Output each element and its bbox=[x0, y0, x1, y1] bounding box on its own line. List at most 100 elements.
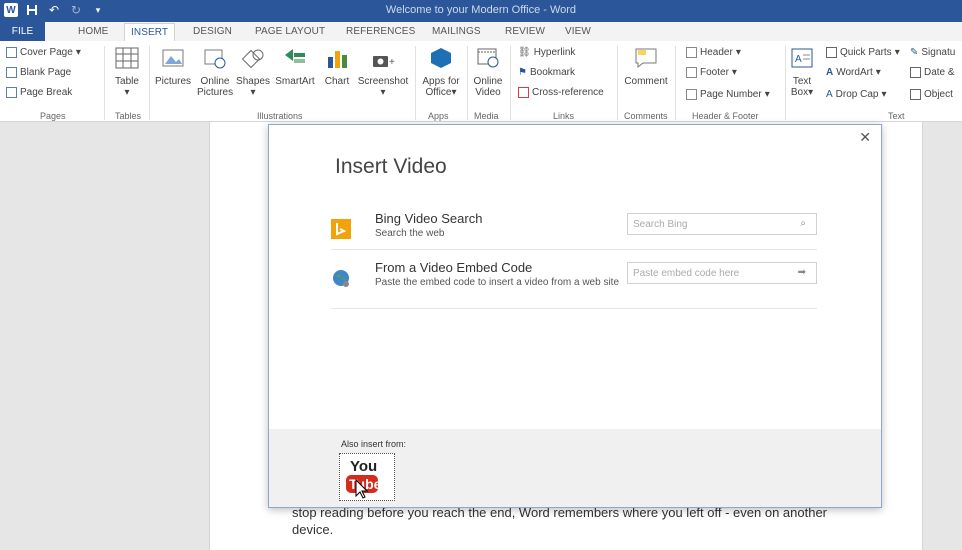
tab-review[interactable]: REVIEW bbox=[505, 22, 545, 41]
header-button[interactable]: Header ▾ bbox=[686, 47, 741, 58]
embed-option-title: From a Video Embed Code bbox=[375, 260, 533, 275]
text-box-button[interactable]: A Text Box▾ bbox=[789, 45, 815, 98]
cross-reference-icon bbox=[518, 87, 529, 98]
page-break-icon bbox=[6, 87, 17, 98]
shapes-button[interactable]: Shapes ▾ bbox=[235, 45, 271, 98]
table-icon bbox=[114, 45, 140, 71]
comment-icon bbox=[633, 45, 659, 71]
header-icon bbox=[686, 47, 697, 58]
document-text[interactable]: stop reading before you reach the end, W… bbox=[292, 504, 852, 538]
chart-button[interactable]: Chart bbox=[321, 45, 353, 87]
wordart-label: WordArt bbox=[836, 67, 873, 78]
tab-view[interactable]: VIEW bbox=[565, 22, 591, 41]
footer-label: Footer bbox=[700, 67, 729, 78]
bing-option-title: Bing Video Search bbox=[375, 211, 483, 226]
page-break-button[interactable]: Page Break bbox=[6, 87, 72, 98]
blank-page-button[interactable]: Blank Page bbox=[6, 67, 71, 78]
hyperlink-button[interactable]: ⛓ Hyperlink bbox=[518, 47, 575, 58]
signature-line-button[interactable]: ✎ Signatu bbox=[910, 47, 955, 58]
group-separator bbox=[785, 46, 786, 120]
ribbon: Cover Page ▾ Blank Page Page Break Pages … bbox=[0, 41, 962, 122]
bookmark-button[interactable]: ⚑ Bookmark bbox=[518, 67, 575, 78]
page-number-icon bbox=[686, 89, 697, 100]
svg-text:+: + bbox=[389, 57, 395, 68]
tab-insert[interactable]: INSERT bbox=[124, 23, 176, 42]
online-pictures-button[interactable]: Online Pictures bbox=[197, 45, 233, 98]
date-time-button[interactable]: Date & bbox=[910, 67, 955, 78]
dialog-footer: Also insert from: You Tube bbox=[269, 429, 881, 507]
screenshot-button[interactable]: + Screenshot ▾ bbox=[355, 45, 411, 98]
bookmark-label: Bookmark bbox=[529, 67, 575, 78]
youtube-icon: You Tube bbox=[346, 458, 382, 499]
smartart-icon bbox=[282, 45, 308, 71]
page-number-label: Page Number bbox=[700, 89, 762, 100]
object-label: Object bbox=[924, 89, 953, 100]
youtube-button[interactable]: You Tube bbox=[339, 453, 395, 501]
blank-page-icon bbox=[6, 67, 17, 78]
group-label-comments: Comments bbox=[624, 111, 668, 121]
group-separator bbox=[467, 46, 468, 120]
drop-cap-button[interactable]: A Drop Cap ▾ bbox=[826, 89, 887, 100]
tab-page-layout[interactable]: PAGE LAYOUT bbox=[255, 22, 325, 41]
object-button[interactable]: Object bbox=[910, 89, 953, 100]
close-icon[interactable]: ✕ bbox=[859, 129, 871, 146]
quick-parts-button[interactable]: Quick Parts ▾ bbox=[826, 47, 900, 58]
group-label-links: Links bbox=[553, 111, 575, 121]
search-icon[interactable]: ⌕ bbox=[800, 218, 806, 229]
smartart-button[interactable]: SmartArt bbox=[272, 45, 318, 87]
signature-label: Signatu bbox=[921, 47, 956, 58]
also-insert-label: Also insert from: bbox=[341, 439, 407, 449]
wordart-button[interactable]: A WordArt ▾ bbox=[826, 67, 881, 78]
apps-for-office-button[interactable]: Apps for Office▾ bbox=[419, 45, 463, 98]
tab-file[interactable]: FILE bbox=[0, 22, 45, 41]
group-separator bbox=[415, 46, 416, 120]
date-time-label: Date & bbox=[924, 67, 955, 78]
group-label-header-footer: Header & Footer bbox=[692, 111, 759, 121]
hyperlink-label: Hyperlink bbox=[533, 47, 576, 58]
shapes-label: Shapes bbox=[236, 76, 270, 87]
group-separator bbox=[149, 46, 150, 120]
smartart-label: SmartArt bbox=[275, 76, 315, 87]
divider bbox=[331, 308, 817, 309]
search-bing-placeholder: Search Bing bbox=[633, 219, 688, 230]
page-number-button[interactable]: Page Number ▾ bbox=[686, 89, 770, 100]
ribbon-tabs: FILE HOME INSERT DESIGN PAGE LAYOUT REFE… bbox=[0, 22, 962, 42]
embed-option-subtitle: Paste the embed code to insert a video f… bbox=[375, 277, 620, 288]
table-button[interactable]: Table ▾ bbox=[112, 45, 142, 98]
online-pictures-label-1: Online bbox=[200, 76, 230, 87]
embed-code-option: From a Video Embed Code Paste the embed … bbox=[331, 260, 831, 308]
tab-design[interactable]: DESIGN bbox=[193, 22, 232, 41]
group-separator bbox=[617, 46, 618, 120]
date-time-icon bbox=[910, 67, 921, 78]
online-video-button[interactable]: Online Video bbox=[470, 45, 506, 98]
pictures-button[interactable]: Pictures bbox=[153, 45, 193, 87]
chart-label: Chart bbox=[324, 76, 350, 87]
embed-code-input[interactable]: Paste embed code here ➡ bbox=[627, 262, 817, 284]
table-label: Table bbox=[115, 76, 139, 87]
tab-home[interactable]: HOME bbox=[78, 22, 108, 41]
cover-page-button[interactable]: Cover Page ▾ bbox=[6, 47, 81, 58]
cover-page-icon bbox=[6, 47, 17, 58]
group-label-pages: Pages bbox=[40, 111, 66, 121]
screenshot-label: Screenshot bbox=[357, 76, 409, 87]
text-box-icon: A bbox=[789, 45, 815, 71]
bing-video-search-option: Bing Video Search Search the web Search … bbox=[331, 211, 831, 251]
tab-mailings[interactable]: MAILINGS bbox=[432, 22, 481, 41]
cross-reference-button[interactable]: Cross-reference bbox=[518, 87, 604, 98]
blank-page-label: Blank Page bbox=[20, 67, 72, 78]
tab-references[interactable]: REFERENCES bbox=[346, 22, 415, 41]
cross-reference-label: Cross-reference bbox=[532, 87, 604, 98]
hyperlink-icon: ⛓ bbox=[518, 47, 531, 58]
svg-text:A: A bbox=[795, 54, 802, 65]
globe-icon bbox=[331, 268, 351, 288]
arrow-right-icon[interactable]: ➡ bbox=[798, 267, 806, 278]
online-video-label-1: Online bbox=[473, 76, 503, 87]
footer-button[interactable]: Footer ▾ bbox=[686, 67, 737, 78]
drop-cap-icon: A bbox=[826, 89, 833, 100]
comment-button[interactable]: Comment bbox=[621, 45, 671, 87]
comment-label: Comment bbox=[624, 76, 668, 87]
group-separator bbox=[675, 46, 676, 120]
quick-parts-icon bbox=[826, 47, 837, 58]
online-pictures-label-2: Pictures bbox=[197, 87, 234, 98]
search-bing-input[interactable]: Search Bing ⌕ bbox=[627, 213, 817, 235]
